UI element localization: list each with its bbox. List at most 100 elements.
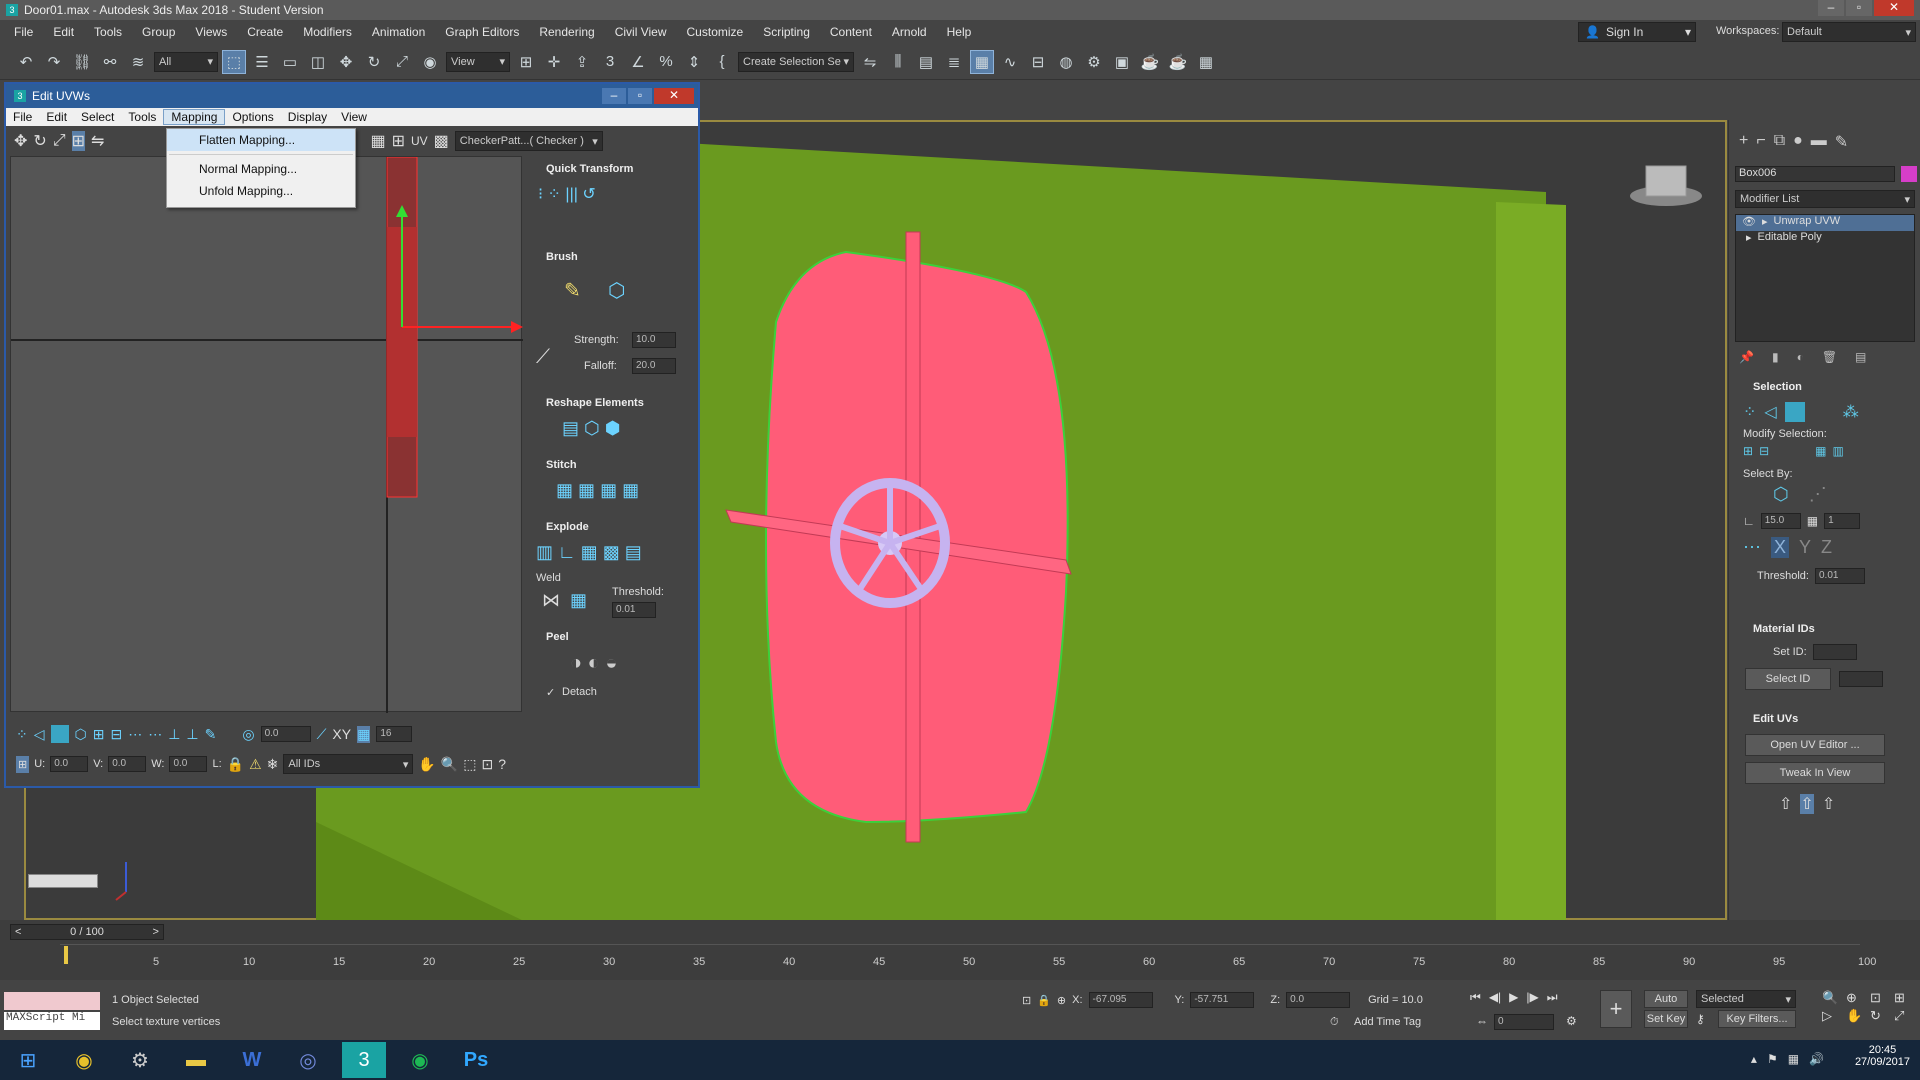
uv-grid-count-field[interactable]: 16 (376, 726, 413, 742)
weld-all-icon[interactable]: ▦ (570, 590, 587, 611)
tweak-uv-icon[interactable]: ⇧ (1779, 794, 1792, 814)
uv-checker-icon[interactable]: ▩ (434, 131, 449, 151)
selection-filter-dropdown[interactable]: All ▾ (154, 51, 218, 72)
unfold-mapping-item[interactable]: Unfold Mapping... (167, 180, 355, 202)
break-icon[interactable]: ▥ (536, 542, 553, 562)
uv-menu-display[interactable]: Display (281, 110, 334, 124)
explode-threshold-field[interactable]: 0.01 (612, 602, 656, 618)
checker-dropdown[interactable]: CheckerPatt...( Checker ) ▾ (454, 131, 603, 151)
flag-icon[interactable]: ⚑ (1767, 1052, 1778, 1066)
next-frame-icon[interactable]: |▶ (1526, 990, 1538, 1005)
steam-icon[interactable]: ⚙ (118, 1042, 162, 1078)
menu-animation[interactable]: Animation (362, 20, 435, 44)
play-icon[interactable]: ▶ (1509, 990, 1518, 1005)
stitch-average-icon[interactable]: ▦ (600, 480, 617, 500)
absolute-relative-icon[interactable]: ⊞ (16, 755, 30, 773)
select-by-name-icon[interactable]: ☰ (250, 50, 274, 74)
discord-icon[interactable]: ◎ (286, 1042, 330, 1078)
uv-paint-select-icon[interactable]: ✎ (205, 726, 217, 743)
render-setup-icon[interactable]: ⚙ (1082, 50, 1106, 74)
select-object-icon[interactable]: ⬚ (222, 49, 246, 74)
reshape-elements-header[interactable]: Reshape Elements (526, 394, 696, 412)
ids-dropdown[interactable]: All IDs ▾ (283, 754, 414, 774)
edge-icon[interactable]: ◁ (1764, 402, 1776, 422)
uv-grow-icon[interactable]: ⊞ (93, 726, 105, 743)
file-explorer-icon[interactable]: ▬ (174, 1042, 218, 1078)
time-slider[interactable]: < 0 / 100 > (10, 924, 164, 940)
uv-menu-options[interactable]: Options (225, 110, 280, 124)
normal-mapping-item[interactable]: Normal Mapping... (167, 158, 355, 180)
menu-file[interactable]: File (4, 20, 43, 44)
eye-icon[interactable]: 👁 (1742, 215, 1756, 231)
go-to-end-icon[interactable]: ⏭ (1547, 990, 1558, 1005)
menu-create[interactable]: Create (237, 20, 293, 44)
undo-icon[interactable]: ↶ (14, 50, 38, 74)
network-icon[interactable]: ▦ (1788, 1052, 1799, 1066)
maxscript-listener-top[interactable] (4, 992, 100, 1010)
relax-icon[interactable]: ⬡ (584, 418, 600, 438)
time-tag-icon[interactable]: ⏱ (1330, 1016, 1339, 1029)
named-selection-dropdown[interactable]: Create Selection Se ▾ (738, 51, 854, 72)
explode-checker-icon[interactable]: ▩ (603, 542, 620, 562)
open-uv-editor-button[interactable]: Open UV Editor ... (1745, 734, 1885, 756)
rotate-icon[interactable]: ↻ (362, 50, 386, 74)
straighten-icon[interactable]: ▤ (562, 418, 579, 438)
word-icon[interactable]: W (230, 1042, 274, 1078)
uv-label[interactable]: UV (411, 134, 428, 148)
edit-uvws-titlebar[interactable]: 3 Edit UVWs – ▫ ✕ (6, 84, 698, 108)
uv-pixel-snap-icon[interactable]: ▦ (357, 725, 371, 743)
uv-freeform-icon[interactable]: ⊞ (71, 131, 86, 151)
rectangle-selection-icon[interactable]: ▭ (278, 50, 302, 74)
3ds-max-icon[interactable]: 3 (342, 1042, 386, 1078)
scene-explorer-icon[interactable]: ▤ (914, 50, 938, 74)
uv-soft-selection-icon[interactable]: ◎ (242, 726, 254, 743)
arnold-icon[interactable]: ▦ (1194, 50, 1218, 74)
uv-move-icon[interactable]: ✥ (14, 131, 27, 151)
photoshop-icon[interactable]: Ps (454, 1042, 498, 1078)
weld-selected-icon[interactable]: ⋈ (542, 590, 560, 611)
reshape-icon[interactable]: ⬢ (605, 418, 621, 438)
object-color-swatch[interactable] (1901, 166, 1917, 182)
create-tab-icon[interactable]: + (1739, 132, 1748, 152)
current-frame-field[interactable]: 0 (1494, 1014, 1554, 1030)
tweak-in-view-button[interactable]: Tweak In View (1745, 762, 1885, 784)
edit-named-selection-icon[interactable]: { (710, 50, 734, 74)
redo-icon[interactable]: ↷ (42, 50, 66, 74)
flatten-mapping-item[interactable]: Flatten Mapping... (167, 129, 355, 151)
freeze-icon[interactable]: ❄ (267, 756, 279, 773)
uv-menu-mapping[interactable]: Mapping (163, 109, 226, 125)
uv-curve-icon[interactable]: ⟋ (317, 726, 327, 743)
uv-face-icon[interactable] (50, 725, 69, 743)
percent-snap-icon[interactable]: % (654, 50, 678, 74)
paint-brush-icon[interactable]: ✎ (564, 278, 581, 303)
add-time-tag-label[interactable]: Add Time Tag (1354, 1016, 1421, 1028)
lock-icon[interactable]: 🔒 (227, 756, 244, 773)
menu-group[interactable]: Group (132, 20, 185, 44)
modify-tab-icon[interactable]: ⌐ (1756, 132, 1765, 152)
warning-icon[interactable]: ⚠ (249, 756, 262, 773)
y-coordinate-field[interactable]: -57.751 (1190, 992, 1255, 1008)
uv-edge-icon[interactable]: ◁ (34, 726, 45, 743)
close-button[interactable]: ✕ (1874, 0, 1914, 16)
planar-angle-field[interactable]: 15.0 (1760, 513, 1801, 529)
select-id-field[interactable] (1839, 671, 1883, 687)
select-manipulate-icon[interactable]: ✛ (542, 50, 566, 74)
edit-uvs-header[interactable]: Edit UVs (1733, 710, 1917, 728)
remove-modifier-icon[interactable]: 🗑 (1822, 350, 1837, 364)
strength-field[interactable]: 10.0 (632, 332, 676, 348)
axis-z-button[interactable]: Z (1821, 537, 1832, 558)
display-tab-icon[interactable]: ▬ (1811, 132, 1827, 152)
quick-transform-header[interactable]: Quick Transform (526, 160, 696, 178)
uv-scale-icon[interactable]: ⤢ (53, 132, 66, 150)
orbit-icon[interactable]: ↻ (1870, 1008, 1892, 1024)
uv-show-map-icon[interactable]: ▦ (370, 131, 385, 151)
axis-x-button[interactable]: X (1771, 537, 1790, 558)
vertex-icon[interactable]: ⁘ (1743, 402, 1756, 422)
uv-menu-edit[interactable]: Edit (39, 110, 74, 124)
zoom-extents-icon[interactable]: ⊡ (482, 756, 494, 773)
chrome-icon[interactable]: ◉ (62, 1042, 106, 1078)
zoom-icon[interactable]: 🔍 (1822, 990, 1844, 1006)
mirror-icon[interactable]: ⇋ (858, 50, 882, 74)
utilities-tab-icon[interactable]: ✎ (1835, 132, 1848, 152)
show-end-result-icon[interactable]: ▮ (1772, 350, 1779, 364)
